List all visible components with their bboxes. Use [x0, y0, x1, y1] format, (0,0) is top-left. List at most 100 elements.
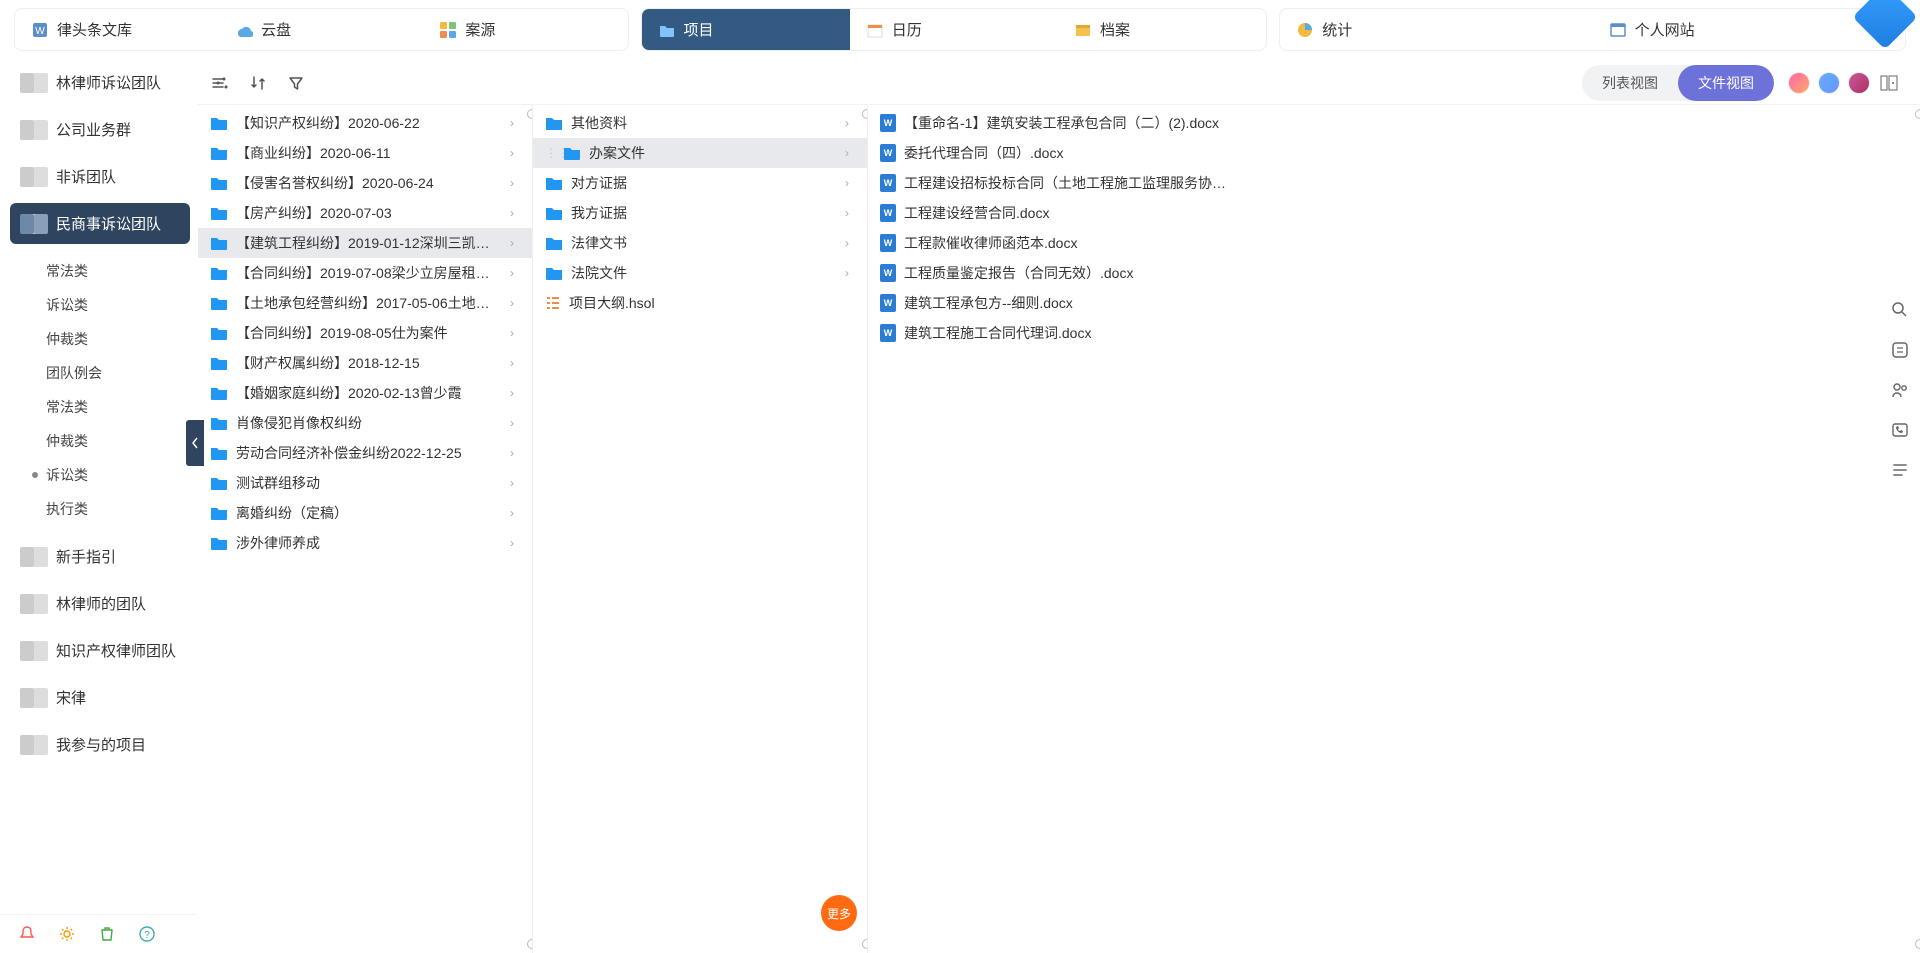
avatar-1[interactable] — [1788, 72, 1810, 94]
team-card[interactable]: 我参与的项目 — [10, 724, 190, 765]
sidebar-sub-item[interactable]: 团队例会 — [24, 356, 190, 390]
team-card[interactable]: 公司业务群 — [10, 109, 190, 150]
document-row[interactable]: 委托代理合同（四）.docx — [868, 138, 1920, 168]
nav-archive[interactable]: 档案 — [1058, 9, 1266, 50]
sub-label: 执行类 — [46, 499, 88, 519]
row-label: 【财产权属纠纷】2018-12-15 — [236, 353, 502, 373]
folder-row[interactable]: 【合同纠纷】2019-08-05仕为案件› — [198, 318, 532, 348]
folder-icon — [210, 356, 228, 370]
folder-row[interactable]: 【财产权属纠纷】2018-12-15› — [198, 348, 532, 378]
chevron-right-icon: › — [845, 116, 857, 130]
chevron-right-icon: › — [510, 536, 522, 550]
sidebar-sub-item[interactable]: 仲裁类 — [24, 322, 190, 356]
layout-grid-icon[interactable] — [1878, 72, 1900, 94]
phone-icon[interactable] — [1890, 420, 1910, 440]
document-row[interactable]: 工程建设招标投标合同（土地工程施工监理服务协… — [868, 168, 1920, 198]
menu-icon[interactable] — [1890, 460, 1910, 480]
folder-row[interactable]: 【土地承包经营纠纷】2017-05-06土地承包经… › — [198, 288, 532, 318]
team-card[interactable]: 林律师诉讼团队 — [10, 62, 190, 103]
folder-row[interactable]: 肖像侵犯肖像权纠纷› — [198, 408, 532, 438]
document-row[interactable]: 工程款催收律师函范本.docx — [868, 228, 1920, 258]
calendar-icon — [866, 21, 884, 39]
row-label: 【土地承包经营纠纷】2017-05-06土地承包经… — [236, 293, 502, 313]
folder-row[interactable]: 【商业纠纷】2020-06-11› — [198, 138, 532, 168]
folder-row[interactable]: 涉外律师养成› — [198, 528, 532, 558]
search-icon[interactable] — [1890, 300, 1910, 320]
outline-row[interactable]: 项目大纲.hsol — [533, 288, 867, 318]
folder-row[interactable]: 对方证据› — [533, 168, 867, 198]
folder-row[interactable]: 【合同纠纷】2019-07-08梁少立房屋租赁合同…› — [198, 258, 532, 288]
sidebar-sub-item[interactable]: 仲裁类 — [24, 424, 190, 458]
folder-row[interactable]: 【侵害名誉权纠纷】2020-06-24› — [198, 168, 532, 198]
gear-icon[interactable] — [58, 925, 76, 943]
col-resize-handle[interactable] — [861, 939, 868, 949]
folder-row[interactable]: 【婚姻家庭纠纷】2020-02-13曾少霞› — [198, 378, 532, 408]
col-resize-handle[interactable] — [1914, 939, 1920, 949]
chevron-right-icon: › — [510, 296, 522, 310]
folder-row[interactable]: 我方证据› — [533, 198, 867, 228]
folder-row[interactable]: 【知识产权纠纷】2020-06-22› — [198, 108, 532, 138]
folder-row[interactable]: 劳动合同经济补偿金纠纷2022-12-25› — [198, 438, 532, 468]
team-card[interactable]: 林律师的团队 — [10, 583, 190, 624]
folder-icon — [210, 146, 228, 160]
drag-handle-icon[interactable]: ⋮⋮ — [545, 146, 555, 160]
people-icon[interactable] — [1890, 380, 1910, 400]
folder-row[interactable]: 【建筑工程纠纷】2019-01-12深圳三凯企业建…› — [198, 228, 532, 258]
note-icon[interactable] — [1890, 340, 1910, 360]
list-view-btn[interactable]: 列表视图 — [1582, 65, 1678, 101]
folder-icon — [545, 176, 563, 190]
document-row[interactable]: 工程建设经营合同.docx — [868, 198, 1920, 228]
nav-label: 个人网站 — [1635, 19, 1695, 40]
nav-label: 统计 — [1322, 19, 1352, 40]
filter-icon[interactable] — [286, 73, 306, 93]
document-row[interactable]: 建筑工程施工合同代理词.docx — [868, 318, 1920, 348]
nav-calendar[interactable]: 日历 — [850, 9, 1058, 50]
team-card[interactable]: 民商事诉讼团队 — [10, 203, 190, 244]
folder-icon — [210, 236, 228, 250]
team-card[interactable]: 宋律 — [10, 677, 190, 718]
more-button[interactable]: 更多 — [821, 895, 857, 931]
bell-icon[interactable] — [18, 925, 36, 943]
team-card[interactable]: 知识产权律师团队 — [10, 630, 190, 671]
nav-library[interactable]: W律头条文库 — [15, 9, 219, 50]
nav-project[interactable]: 项目 — [642, 9, 850, 50]
team-card[interactable]: 非诉团队 — [10, 156, 190, 197]
document-row[interactable]: 建筑工程承包方--细则.docx — [868, 288, 1920, 318]
document-row[interactable]: 【重命名-1】建筑安装工程承包合同（二）(2).docx — [868, 108, 1920, 138]
folder-row[interactable]: 法律文书› — [533, 228, 867, 258]
settings-icon[interactable] — [210, 73, 230, 93]
folder-row[interactable]: 其他资料› — [533, 108, 867, 138]
document-row[interactable]: 工程质量鉴定报告（合同无效）.docx — [868, 258, 1920, 288]
chevron-right-icon: › — [845, 236, 857, 250]
view-switch: 列表视图 文件视图 — [1582, 65, 1774, 101]
sidebar-sub-item[interactable]: 常法类 — [24, 254, 190, 288]
chevron-right-icon: › — [510, 146, 522, 160]
sidebar-sub-item[interactable]: 常法类 — [24, 390, 190, 424]
sub-label: 常法类 — [46, 261, 88, 281]
nav-source[interactable]: 案源 — [423, 9, 627, 50]
sidebar-sub-item[interactable]: 诉讼类 — [24, 288, 190, 322]
sidebar-sub-item[interactable]: 执行类 — [24, 492, 190, 526]
row-label: 【侵害名誉权纠纷】2020-06-24 — [236, 173, 502, 193]
folder-row[interactable]: ⋮⋮办案文件› — [533, 138, 867, 168]
sidebar-sub-item[interactable]: 诉讼类 — [24, 458, 190, 492]
sidebar-collapse-handle[interactable] — [186, 420, 204, 466]
folder-row[interactable]: 测试群组移动› — [198, 468, 532, 498]
file-view-btn[interactable]: 文件视图 — [1678, 65, 1774, 101]
avatar-2[interactable] — [1818, 72, 1840, 94]
library-icon: W — [31, 21, 49, 39]
nav-stats[interactable]: 统计 — [1280, 9, 1592, 50]
nav-label: 档案 — [1100, 19, 1130, 40]
help-icon[interactable]: ? — [138, 925, 156, 943]
avatar-3[interactable] — [1848, 72, 1870, 94]
folder-row[interactable]: 【房产纠纷】2020-07-03› — [198, 198, 532, 228]
nav-cloud[interactable]: 云盘 — [219, 9, 423, 50]
col-resize-handle[interactable] — [526, 939, 533, 949]
sort-icon[interactable] — [248, 73, 268, 93]
folder-row[interactable]: 法院文件› — [533, 258, 867, 288]
trash-icon[interactable] — [98, 925, 116, 943]
team-avatar-icon — [20, 688, 48, 708]
column-2: 其他资料›⋮⋮办案文件›对方证据›我方证据›法律文书›法院文件›项目大纲.hso… — [533, 105, 868, 953]
folder-row[interactable]: 离婚纠纷（定稿）› — [198, 498, 532, 528]
team-card[interactable]: 新手指引 — [10, 536, 190, 577]
